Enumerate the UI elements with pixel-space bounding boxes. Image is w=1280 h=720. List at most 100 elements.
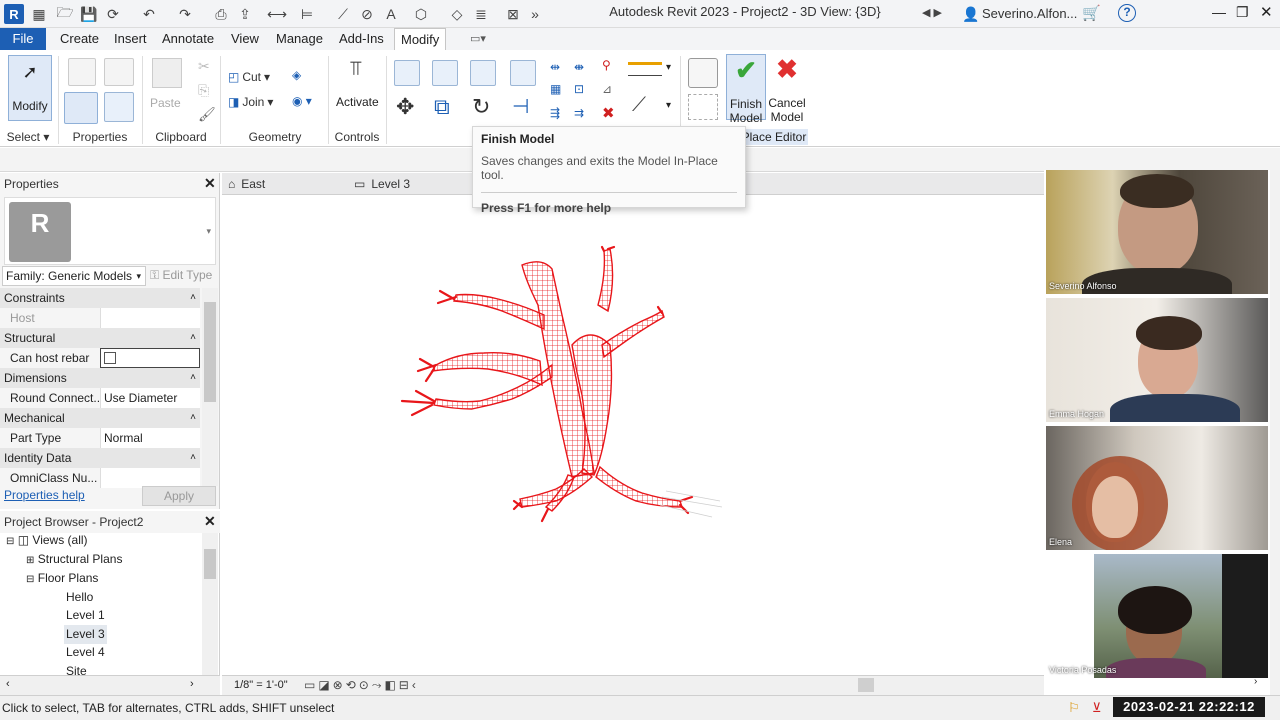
copy-element-icon[interactable]: ⧉ [434,94,450,120]
user-icon[interactable]: 👤 [962,6,979,23]
split-gap-icon[interactable]: ⇼ [574,60,584,74]
filter-icon[interactable]: ⊻ [1092,700,1102,716]
view-controls-icons[interactable]: ▭◪⊗⟲⊙⤳◧⊟‹ [304,678,419,693]
export-icon[interactable]: ⇪ [236,5,254,23]
type-dropdown-icon[interactable]: ▾ [206,226,211,237]
tab-manage[interactable]: Manage [270,28,329,50]
tree-item-structural-plans[interactable]: ⊞ Structural Plans [26,550,122,569]
scissors-icon[interactable]: ✂ [198,58,210,75]
tab-modify[interactable]: Modify [394,28,447,50]
view-tab-level-3[interactable]: ▭ Level 3 [354,173,410,195]
view-tab-east[interactable]: ⌂ East [228,173,265,195]
help-icon[interactable]: ? [1118,4,1136,22]
close-hidden-icon[interactable]: ⊠ [504,5,522,23]
array-icon[interactable]: ▦ [550,82,561,96]
tree-model[interactable] [222,195,1044,675]
drawing-canvas[interactable] [222,195,1044,675]
rebar-checkbox[interactable] [104,352,116,364]
tab-annotate[interactable]: Annotate [156,28,220,50]
activate-label[interactable]: Activate [336,95,379,109]
scale-selector[interactable]: 1/8" = 1'-0" [234,679,288,691]
tab-view[interactable]: View [225,28,265,50]
tree-item-level-1[interactable]: Level 1 [66,606,105,625]
pin-icon[interactable]: ⊿ [602,82,612,96]
copy-icon[interactable]: ⎘ [198,82,209,99]
type-selector[interactable]: R ▾ [4,197,216,265]
participant-tile[interactable]: Elena [1046,426,1268,550]
tree-item-floor-plans[interactable]: ⊟ Floor Plans [26,569,98,588]
participant-tile[interactable]: Severino Alfonso [1046,170,1268,294]
category-structural[interactable]: Structural ˄ [0,328,200,348]
properties-icon[interactable] [64,92,98,124]
delete-icon[interactable]: ✖ [602,104,615,122]
properties-scrollbar[interactable] [202,288,218,486]
panel-select[interactable]: Select ▾ [0,129,56,145]
cut-button[interactable]: ◰ Cut ▾ [228,70,270,84]
tree-item-level-3[interactable]: Level 3 [64,625,107,644]
split-icon[interactable]: ⇹ [550,60,560,74]
trim-icon[interactable]: ⊣ [512,94,529,119]
close-icon[interactable]: ✕ [1260,3,1273,21]
revit-logo[interactable]: R [4,4,24,24]
browser-hscroll[interactable]: ‹ › [0,675,220,695]
ribbon-toggle-icon[interactable]: ▭▾ [470,32,486,45]
wall-joins-icon[interactable]: ◈ [292,68,301,82]
measure-dropdown-icon[interactable]: ▾ [666,62,671,73]
video-scrollbar[interactable] [1270,170,1280,695]
tab-add-ins[interactable]: Add-Ins [333,28,390,50]
worksets-icon[interactable]: ⚐ [1068,700,1080,716]
nav-arrows-icon[interactable]: ◀ ▶ [922,6,942,19]
paint-icon[interactable]: ◉ ▾ [292,94,312,108]
close-browser-icon[interactable]: ✕ [204,513,216,530]
home-icon[interactable]: ▦ [30,5,48,23]
section-icon[interactable]: ◇ [448,5,466,23]
category-constraints[interactable]: Constraints ˄ [0,288,200,308]
category-identity[interactable]: Identity Data ˄ [0,448,200,468]
tree-item-views[interactable]: ⊟ ◫ Views (all) [6,531,88,550]
unpin-icon[interactable]: ⚲ [602,58,611,72]
cancel-model-button[interactable]: ✖ Cancel Model [766,54,808,124]
tab-create[interactable]: Create [54,28,105,50]
align-icon[interactable] [394,60,420,86]
activate-icon[interactable]: ⫪ [340,58,372,86]
measure-tool-icon[interactable] [628,62,662,76]
paste-label[interactable]: Paste [150,96,181,110]
type-properties-icon[interactable] [104,92,134,122]
tree-item-level-4[interactable]: Level 4 [66,643,105,662]
browser-scrollbar[interactable] [202,533,218,679]
restore-icon[interactable]: ❐ [1236,4,1249,21]
paste-icon[interactable] [152,58,182,88]
trim-multiple-icon[interactable]: ⇉ [574,106,584,120]
category-dimensions[interactable]: Dimensions ˄ [0,368,200,388]
open-icon[interactable]: 🗁 [56,4,74,23]
tab-file[interactable]: File [0,28,46,50]
tab-insert[interactable]: Insert [108,28,153,50]
family-selector[interactable]: Family: Generic Models ▾ [2,266,146,286]
user-name[interactable]: Severino.Alfon... [982,6,1077,21]
text-icon[interactable]: A [382,5,400,23]
category-mechanical[interactable]: Mechanical ˄ [0,408,200,428]
sync-icon[interactable]: ⟳ [104,5,122,23]
offset-icon[interactable] [432,60,458,86]
participant-tile[interactable]: Emma Hogan [1046,298,1268,422]
more-icon[interactable]: » [526,5,544,23]
dimension-icon[interactable]: ⊨ [298,5,316,23]
join-button[interactable]: ◨ Join ▾ [228,95,273,109]
apply-button[interactable]: Apply [142,486,216,506]
move-icon[interactable]: ✥ [396,94,414,120]
3d-view-icon[interactable]: ⬡ [412,5,430,23]
cart-icon[interactable]: 🛒 [1082,4,1101,22]
tree-item-hello[interactable]: Hello [66,588,93,607]
mirror-line-icon[interactable] [510,60,536,86]
video-scroll-right-icon[interactable]: › [1254,676,1257,687]
rotate-icon[interactable]: ↻ [472,94,490,120]
canvas-hscroll-thumb[interactable] [858,678,874,692]
scale-icon[interactable]: ⊡ [574,82,584,96]
match-type-icon[interactable]: 🖌 [198,106,216,123]
create-icon[interactable] [688,58,718,88]
detail-icon[interactable]: ⊘ [358,5,376,23]
finish-model-button[interactable]: ✔ Finish Model [726,54,766,125]
undo-icon[interactable]: ↶ [140,5,158,23]
extend-icon[interactable]: ⇶ [550,106,560,120]
save-icon[interactable]: 💾 [80,5,98,23]
